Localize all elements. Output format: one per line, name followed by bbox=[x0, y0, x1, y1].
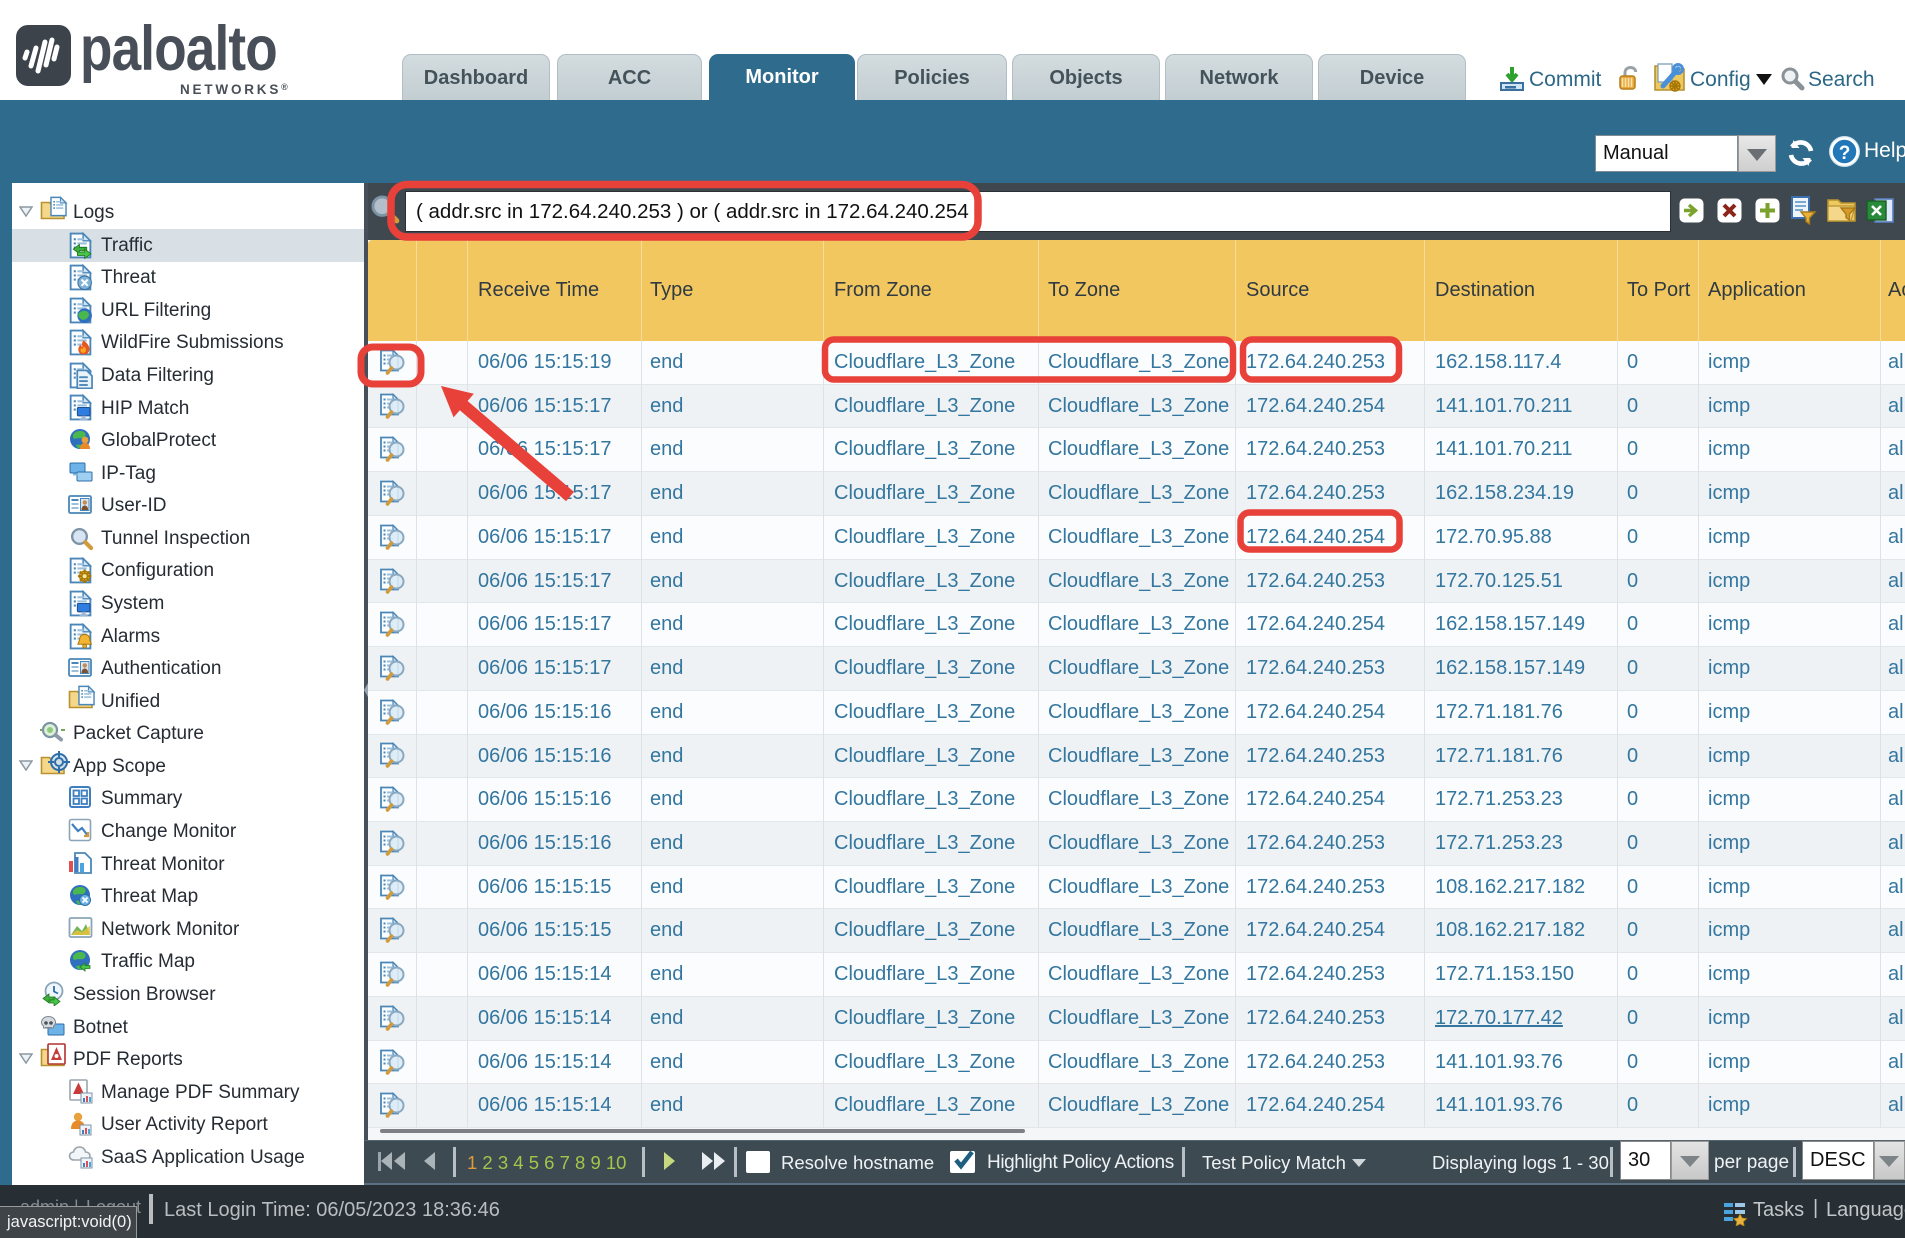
svg-text:?: ? bbox=[1839, 143, 1851, 164]
